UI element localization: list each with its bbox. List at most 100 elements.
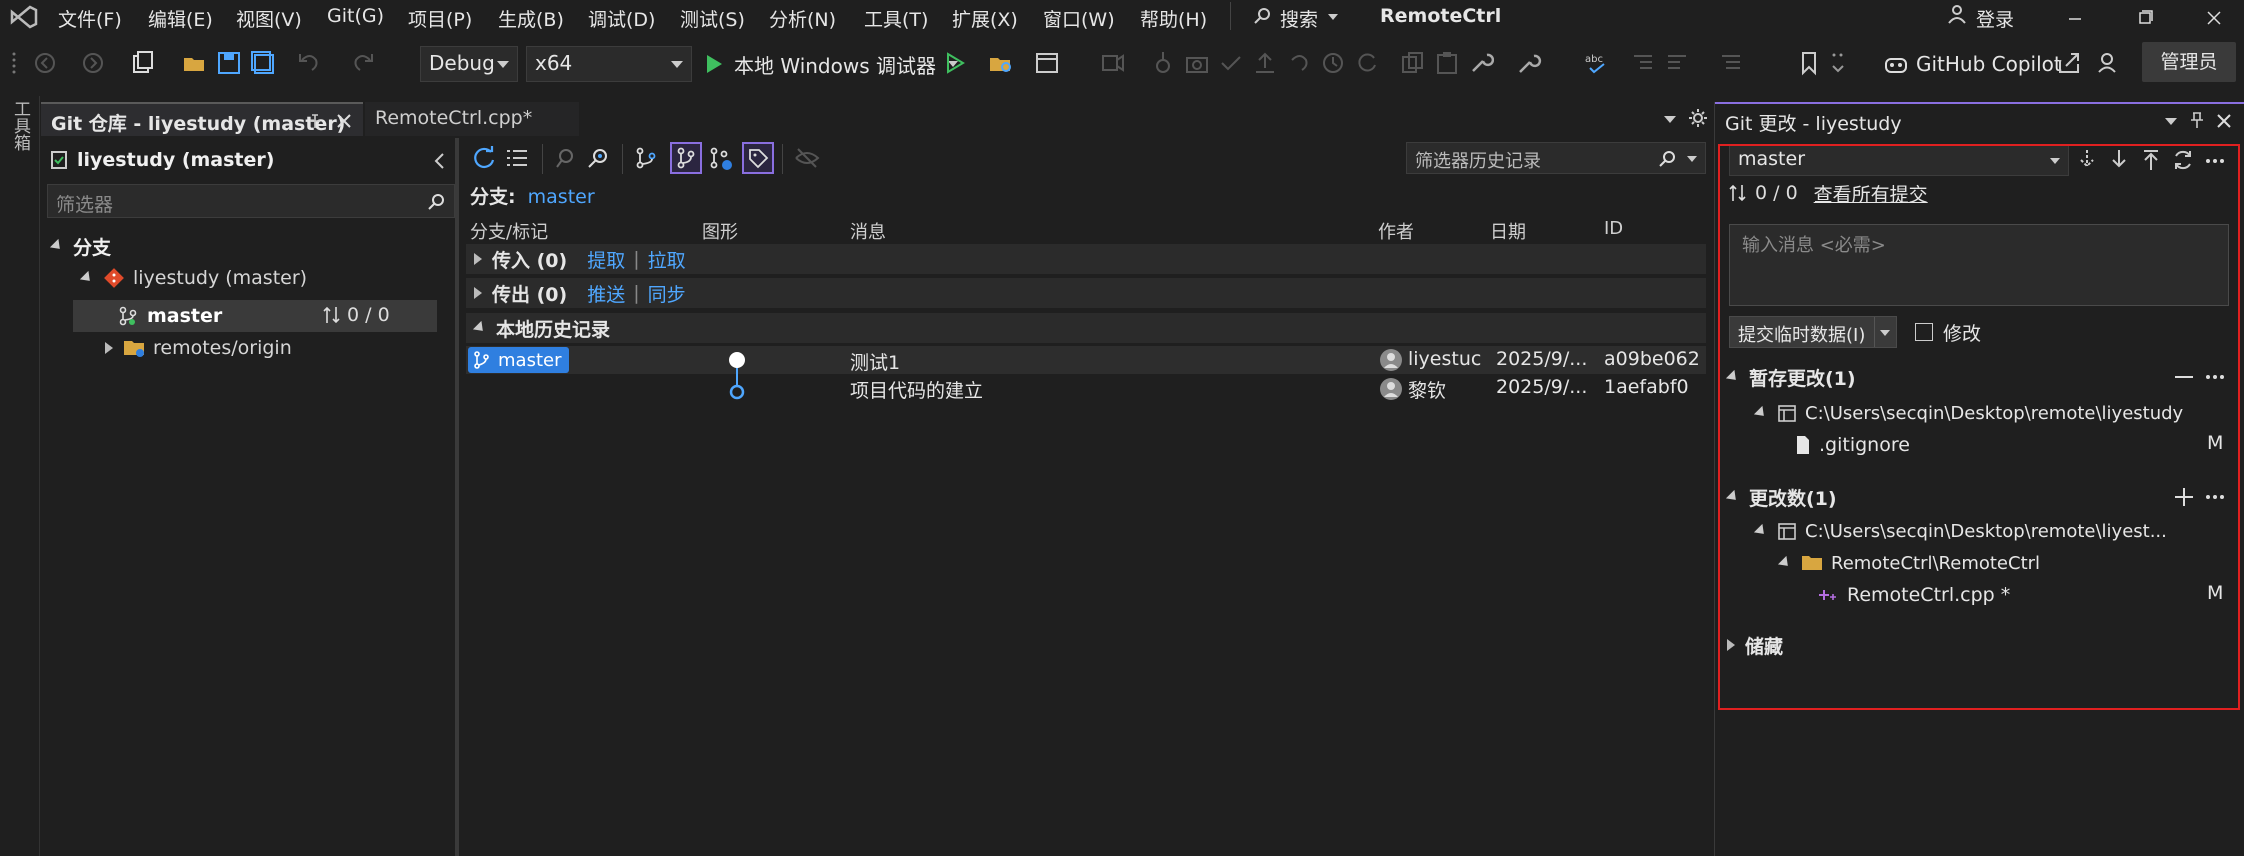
platform-select[interactable]: x64	[526, 46, 692, 82]
close-icon[interactable]	[335, 112, 353, 130]
menu-build[interactable]: 生成(B)	[498, 5, 564, 32]
pin-icon[interactable]	[2189, 110, 2205, 130]
changes-header[interactable]: 更改数(1)	[1725, 482, 1837, 512]
login-button[interactable]: 登录	[1976, 5, 2014, 32]
table-row[interactable]: master 测试1 liyestuc 2025/9/... a09be062	[466, 346, 1706, 374]
changes-repo-path[interactable]: C:\Users\secqin\Desktop\remote\liyest...	[1753, 516, 2167, 546]
menu-project[interactable]: 项目(P)	[408, 5, 472, 32]
menu-tools[interactable]: 工具(T)	[864, 5, 928, 32]
history-filter-input[interactable]: 筛选器历史记录	[1406, 142, 1706, 174]
menu-window[interactable]: 窗口(W)	[1043, 5, 1115, 32]
list-view-icon[interactable]	[506, 148, 528, 168]
menu-analyze[interactable]: 分析(N)	[769, 5, 836, 32]
spell-check-icon[interactable]: abc	[1584, 50, 1610, 76]
chevron-down-icon[interactable]	[1880, 330, 1890, 336]
chevron-down-icon[interactable]	[2165, 118, 2177, 125]
search-button[interactable]: 搜索	[1280, 5, 1318, 32]
tab-git-repository[interactable]: Git 仓库 - liyestudy (master)	[41, 102, 363, 136]
branch-tag-badge[interactable]: master	[468, 347, 570, 373]
incoming-section[interactable]: 传入 (0) 提取 | 拉取	[466, 244, 1706, 274]
save-icon[interactable]	[216, 50, 242, 76]
more-options-icon[interactable]	[2205, 374, 2225, 380]
amend-checkbox-row[interactable]: 修改	[1915, 317, 1981, 347]
admin-badge[interactable]: 管理员	[2142, 42, 2236, 82]
tools-icon[interactable]	[1516, 50, 1542, 76]
tab-remotectrl-cpp[interactable]: RemoteCtrl.cpp*	[365, 102, 579, 136]
chevron-down-icon[interactable]	[1687, 156, 1697, 162]
graph-icon[interactable]	[634, 146, 658, 170]
github-copilot-button[interactable]: GitHub Copilot	[1884, 48, 2062, 80]
outdent-icon[interactable]	[1630, 50, 1656, 76]
redo-icon[interactable]	[350, 50, 376, 76]
bookmark-icon[interactable]	[1796, 50, 1822, 76]
toggle-local-branches-button[interactable]	[670, 142, 702, 174]
menu-view[interactable]: 视图(V)	[236, 5, 302, 32]
repo-node[interactable]: liyestudy (master)	[79, 262, 307, 294]
upload-icon[interactable]	[1252, 50, 1278, 76]
column-branch-tag[interactable]: 分支/标记	[470, 218, 548, 244]
toolbox-label[interactable]: 工具箱	[8, 100, 33, 151]
wrench-icon[interactable]	[1468, 50, 1494, 76]
unstage-all-icon[interactable]	[2175, 376, 2193, 378]
camera-icon[interactable]	[1184, 50, 1210, 76]
close-icon[interactable]	[2215, 112, 2233, 130]
column-message[interactable]: 消息	[850, 218, 886, 244]
refresh-icon[interactable]	[472, 146, 496, 170]
local-history-section[interactable]: 本地历史记录	[466, 313, 1706, 343]
search-commit-icon[interactable]	[586, 146, 610, 170]
column-graph[interactable]: 图形	[702, 218, 738, 244]
undo-icon[interactable]	[296, 50, 322, 76]
menu-file[interactable]: 文件(F)	[58, 5, 122, 32]
close-window-button[interactable]	[2184, 4, 2244, 32]
configuration-select[interactable]: Debug	[420, 46, 518, 82]
stash-header[interactable]: 储藏	[1727, 630, 1783, 660]
menu-edit[interactable]: 编辑(E)	[148, 5, 213, 32]
forward-icon[interactable]	[80, 50, 106, 76]
column-id[interactable]: ID	[1604, 218, 1623, 239]
check-icon[interactable]	[1218, 50, 1244, 76]
hide-icon[interactable]	[794, 146, 820, 170]
compare-icon[interactable]	[554, 146, 578, 170]
sync-link[interactable]: 同步	[648, 280, 686, 307]
toolbox-strip[interactable]: 工具箱	[0, 96, 40, 856]
remote-branches-icon[interactable]	[708, 146, 734, 172]
view-all-commits-link[interactable]: 查看所有提交	[1814, 180, 1928, 207]
branch-select[interactable]: master	[1729, 144, 2069, 176]
copy-icon[interactable]	[1400, 50, 1426, 76]
menu-debug[interactable]: 调试(D)	[588, 5, 655, 32]
more-options-icon[interactable]	[2205, 494, 2225, 500]
revert-icon[interactable]	[1286, 50, 1312, 76]
changed-file-remotectrl-cpp[interactable]: RemoteCtrl.cpp *	[1817, 580, 2010, 610]
start-debugging-button[interactable]: 本地 Windows 调试器	[704, 46, 958, 82]
pull-link[interactable]: 拉取	[648, 246, 686, 273]
back-icon[interactable]	[32, 50, 58, 76]
push-link[interactable]: 推送	[587, 280, 625, 307]
menu-test[interactable]: 测试(S)	[680, 5, 745, 32]
start-without-debugging-icon[interactable]	[942, 50, 968, 76]
outgoing-section[interactable]: 传出 (0) 推送 | 同步	[466, 278, 1706, 308]
history-icon[interactable]	[1320, 50, 1346, 76]
collapse-panel-icon[interactable]	[433, 152, 445, 170]
remotes-origin-node[interactable]: remotes/origin	[105, 332, 292, 364]
menu-git[interactable]: Git(G)	[327, 5, 384, 27]
toggle-tags-button[interactable]	[742, 142, 774, 174]
attach-icon[interactable]	[1150, 50, 1176, 76]
open-folder-icon[interactable]	[182, 50, 208, 76]
pin-icon[interactable]	[307, 112, 323, 130]
menu-help[interactable]: 帮助(H)	[1140, 5, 1207, 32]
left-filter-input[interactable]: 筛选器	[47, 184, 455, 218]
commit-message-input[interactable]: 输入消息 <必需>	[1729, 224, 2229, 306]
save-all-icon[interactable]	[250, 50, 276, 76]
push-icon[interactable]	[2141, 148, 2161, 172]
gear-icon[interactable]	[1688, 108, 1708, 128]
branches-header[interactable]: 分支	[49, 230, 111, 262]
comment-icon[interactable]	[1718, 50, 1744, 76]
feedback-icon[interactable]	[2096, 50, 2122, 76]
paste-icon[interactable]	[1434, 50, 1460, 76]
stage-all-icon[interactable]	[2173, 486, 2195, 508]
pull-icon[interactable]	[2109, 148, 2129, 172]
new-project-icon[interactable]	[130, 50, 156, 76]
window-layout-icon[interactable]	[1034, 50, 1060, 76]
share-icon[interactable]	[2056, 50, 2082, 76]
minimize-button[interactable]	[2045, 4, 2105, 32]
